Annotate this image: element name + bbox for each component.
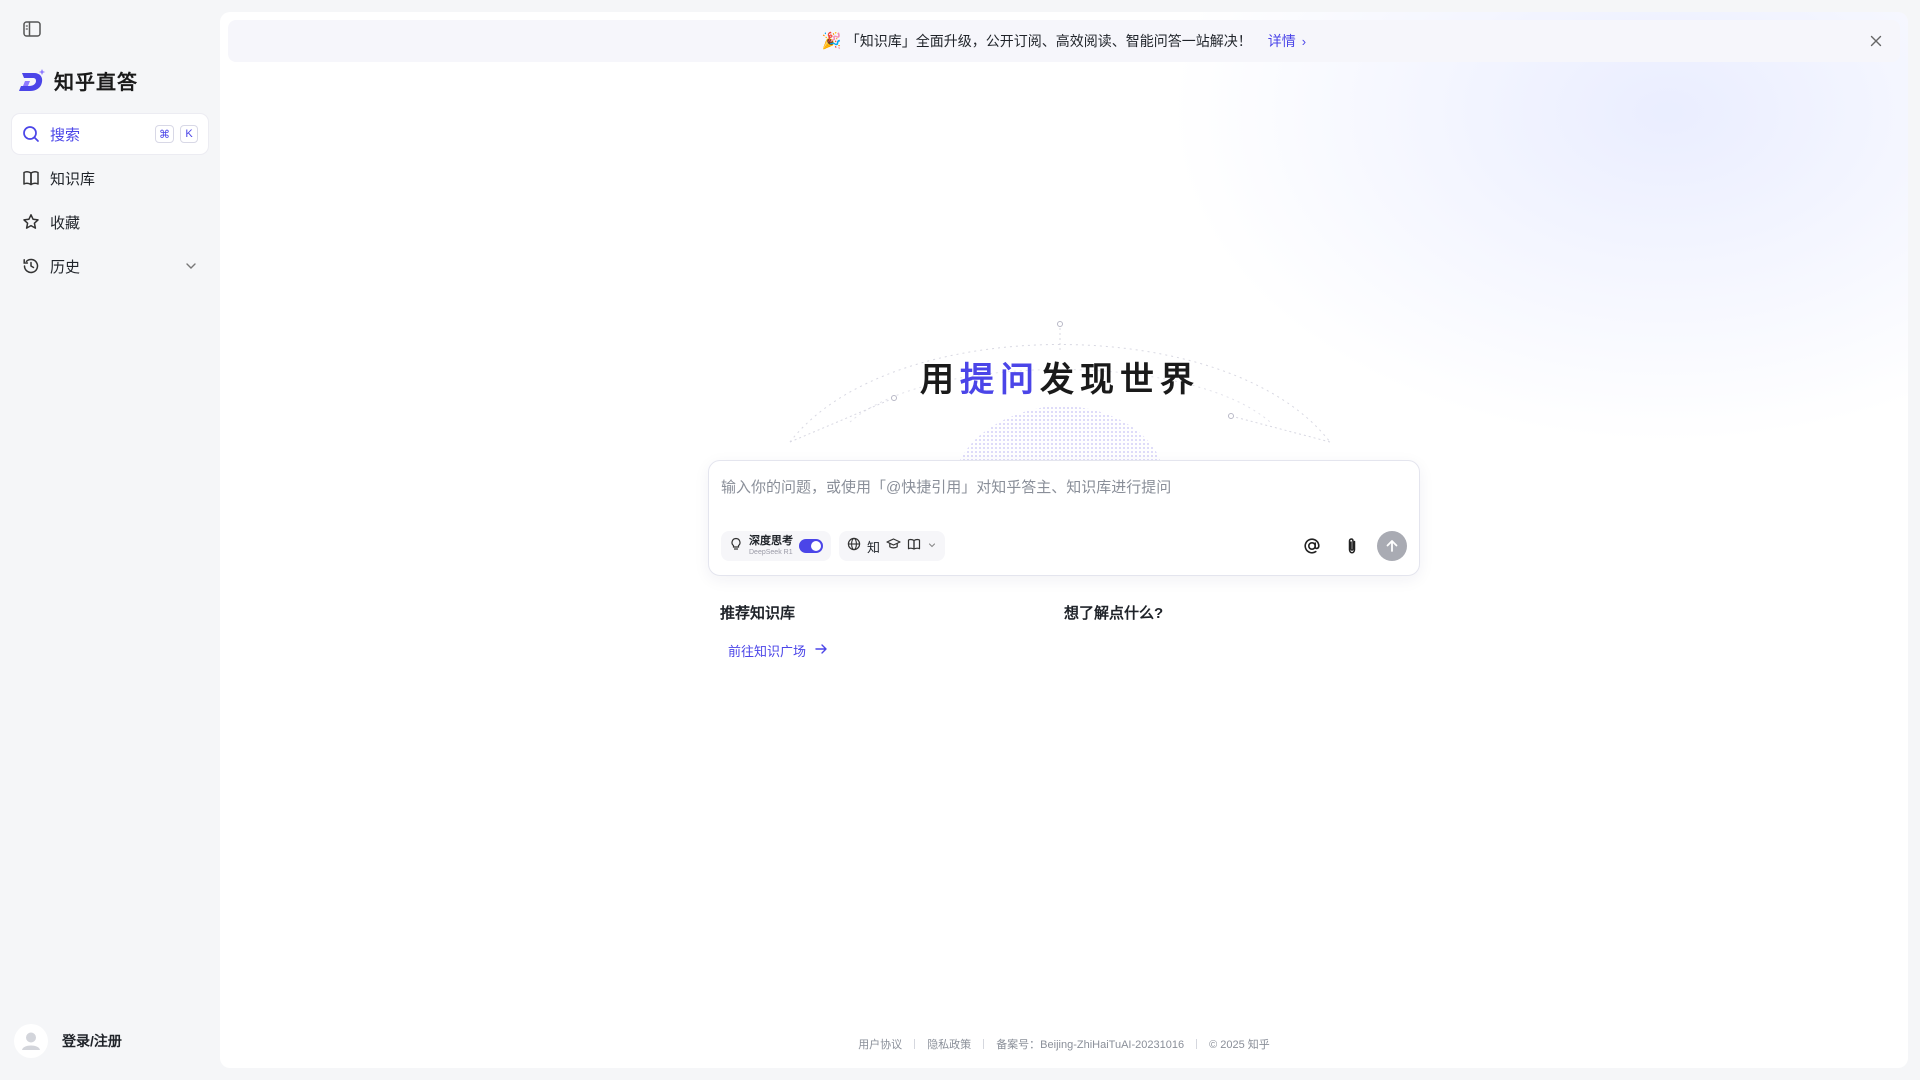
main-panel: 🎉 「知识库」全面升级，公开订阅、高效阅读、智能问答一站解决！ 详情 › 用提问…	[220, 12, 1908, 1068]
send-button[interactable]	[1377, 531, 1407, 561]
footer: 用户协议 隐私政策 备案号：Beijing-ZhiHaiTuAI-2023101…	[220, 1036, 1908, 1052]
privacy-policy-link[interactable]: 隐私政策	[927, 1036, 971, 1052]
deep-think-title: 深度思考	[749, 535, 793, 547]
deep-think-switch[interactable]	[799, 539, 823, 553]
ask-box: 深度思考 DeepSeek R1 知	[708, 460, 1420, 576]
sidebar-item-label: 收藏	[50, 214, 81, 232]
shortcut-key: K	[180, 125, 198, 143]
announcement-banner: 🎉 「知识库」全面升级，公开订阅、高效阅读、智能问答一站解决！ 详情 ›	[228, 20, 1900, 62]
deep-think-label: 深度思考 DeepSeek R1	[749, 535, 793, 557]
goto-label: 前往知识广场	[728, 644, 807, 659]
close-icon[interactable]	[1868, 33, 1884, 49]
lightbulb-icon	[729, 537, 743, 556]
arrow-up-icon	[1386, 540, 1398, 552]
book-icon	[907, 537, 921, 556]
chevron-right-icon[interactable]: ›	[1302, 34, 1306, 49]
login-button[interactable]: 登录/注册	[14, 1024, 122, 1058]
chevron-down-icon	[927, 537, 937, 555]
zhihu-source-label: 知	[867, 539, 881, 555]
slogan-highlight: 提问	[960, 361, 1040, 399]
sidebar: 知乎直答 搜索 ⌘ K 知识库 收藏 历史 登录/注册	[0, 0, 220, 1080]
input-actions	[1297, 531, 1407, 561]
source-selector[interactable]: 知	[839, 531, 946, 561]
deep-think-model: DeepSeek R1	[749, 549, 793, 556]
sidebar-toggle-icon[interactable]	[22, 20, 42, 38]
copyright: © 2025 知乎	[1209, 1039, 1270, 1051]
graduation-cap-icon	[886, 537, 901, 556]
banner-text: 「知识库」全面升级，公开订阅、高效阅读、智能问答一站解决！	[845, 33, 1252, 49]
sidebar-item-history[interactable]: 历史	[12, 246, 208, 286]
hero: 用提问发现世界	[710, 282, 1410, 482]
sidebar-nav: 搜索 ⌘ K 知识库 收藏 历史	[12, 114, 208, 290]
sidebar-item-knowledge-base[interactable]: 知识库	[12, 158, 208, 198]
paperclip-icon[interactable]	[1337, 531, 1367, 561]
book-icon	[22, 169, 40, 187]
sidebar-item-label: 搜索	[50, 126, 81, 144]
hero-slogan: 用提问发现世界	[710, 352, 1410, 401]
star-icon	[22, 213, 40, 231]
user-agreement-link[interactable]: 用户协议	[858, 1036, 902, 1052]
chevron-down-icon[interactable]	[184, 259, 198, 273]
curious-title: 想了解点什么?	[1064, 605, 1164, 622]
deep-think-toggle[interactable]: 深度思考 DeepSeek R1	[721, 531, 831, 561]
avatar	[14, 1024, 48, 1058]
shortcut-key: ⌘	[155, 125, 174, 143]
goto-knowledge-square-link[interactable]: 前往知识广场	[728, 641, 828, 660]
divider	[914, 1039, 916, 1049]
clock-icon	[22, 257, 40, 275]
divider	[983, 1039, 985, 1049]
search-icon	[22, 125, 40, 143]
sidebar-item-label: 知识库	[50, 170, 96, 188]
zhida-logo-icon	[18, 68, 46, 94]
login-label: 登录/注册	[62, 1033, 122, 1049]
icp-record-link[interactable]: 备案号：Beijing-ZhiHaiTuAI-20231016	[996, 1036, 1184, 1052]
brand[interactable]: 知乎直答	[18, 66, 138, 95]
brand-name: 知乎直答	[54, 72, 138, 94]
shortcut-hint: ⌘ K	[155, 125, 198, 143]
question-input[interactable]	[721, 473, 1401, 501]
globe-icon	[847, 537, 861, 556]
banner-details-link[interactable]: 详情	[1268, 31, 1296, 51]
sidebar-item-label: 历史	[50, 258, 81, 276]
divider	[1196, 1039, 1198, 1049]
party-popper-icon: 🎉	[821, 33, 842, 50]
sidebar-item-favorites[interactable]: 收藏	[12, 202, 208, 242]
recommended-kb-title: 推荐知识库	[720, 605, 796, 622]
input-tools: 深度思考 DeepSeek R1 知	[721, 531, 946, 561]
at-mention-icon[interactable]	[1297, 531, 1327, 561]
sidebar-item-search[interactable]: 搜索 ⌘ K	[12, 114, 208, 154]
slogan-post: 发现世界	[1040, 361, 1200, 399]
arrow-right-icon	[814, 642, 828, 659]
slogan-pre: 用	[920, 361, 960, 399]
